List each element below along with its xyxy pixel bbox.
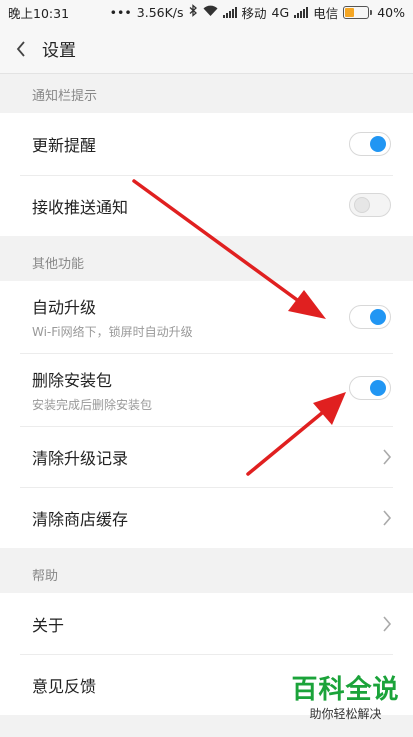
back-button[interactable] (0, 24, 42, 74)
setting-delete-package[interactable]: 删除安装包 安装完成后删除安装包 (0, 353, 413, 426)
setting-label: 自动升级 (32, 298, 97, 317)
update-reminder-toggle[interactable] (349, 132, 391, 156)
chevron-right-icon (383, 449, 392, 465)
setting-update-reminder[interactable]: 更新提醒 (0, 113, 413, 175)
page-title: 设置 (42, 41, 76, 61)
setting-label: 清除商店缓存 (32, 509, 129, 529)
wifi-icon (203, 5, 218, 20)
status-time: 晚上10:31 (8, 5, 70, 21)
status-bar: 晚上10:31 ••• 3.56K/s 移动 4G 电信 40% (0, 0, 413, 24)
signal-icon (222, 6, 237, 18)
bluetooth-icon (189, 4, 198, 20)
push-notifications-toggle[interactable] (349, 193, 391, 217)
carrier-2: 电信 (313, 5, 339, 21)
setting-description: 安装完成后删除安装包 (32, 397, 153, 412)
watermark-subtitle: 助你轻松解决 (309, 707, 382, 721)
setting-about[interactable]: 关于 (0, 593, 413, 654)
setting-label: 意见反馈 (32, 676, 97, 696)
battery-fill (345, 7, 354, 17)
setting-label: 接收推送通知 (32, 197, 129, 217)
watermark-title: 百科全说 (291, 675, 400, 705)
setting-push-notifications[interactable]: 接收推送通知 (0, 175, 413, 236)
setting-clear-upgrade-history[interactable]: 清除升级记录 (0, 426, 413, 487)
setting-label: 关于 (32, 615, 65, 635)
setting-clear-store-cache[interactable]: 清除商店缓存 (0, 487, 413, 548)
battery-percent: 40% (377, 4, 405, 20)
section-header-notifications: 通知栏提示 (32, 88, 98, 104)
setting-label: 更新提醒 (32, 136, 97, 155)
setting-label: 删除安装包 (32, 370, 113, 390)
setting-label: 清除升级记录 (32, 448, 129, 468)
section-header-other: 其他功能 (32, 256, 85, 272)
chevron-right-icon (383, 616, 392, 632)
signal-icon-2 (294, 6, 309, 18)
auto-upgrade-toggle[interactable] (349, 305, 391, 329)
carrier-1: 移动 (241, 5, 267, 21)
watermark-logo: 百科全说 助你轻松解决 (283, 674, 408, 722)
delete-package-toggle[interactable] (349, 376, 391, 400)
battery-icon (343, 5, 373, 19)
setting-description: Wi-Fi网络下，锁屏时自动升级 (32, 325, 193, 339)
section-header-help: 帮助 (32, 568, 59, 584)
title-bar: 设置 (0, 24, 413, 74)
setting-auto-upgrade[interactable]: 自动升级 Wi-Fi网络下，锁屏时自动升级 (0, 281, 413, 353)
status-dots: ••• (109, 4, 132, 20)
status-speed: 3.56K/s (136, 4, 184, 20)
chevron-left-icon (16, 40, 25, 57)
chevron-right-icon (383, 510, 392, 526)
network-type: 4G (271, 4, 290, 20)
